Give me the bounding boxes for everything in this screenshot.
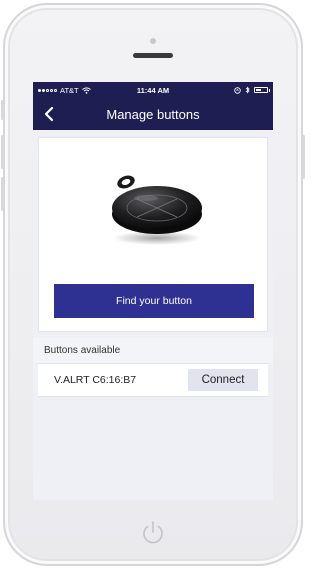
volume-down-button xyxy=(1,177,4,211)
carrier-name: AT&T xyxy=(60,85,79,95)
navigation-bar: Manage buttons xyxy=(33,98,273,130)
earpiece-speaker xyxy=(133,53,173,58)
page-title: Manage buttons xyxy=(106,106,200,122)
status-time: 11:44 AM xyxy=(136,85,170,95)
chevron-left-icon xyxy=(44,106,54,122)
signal-strength-icon xyxy=(38,88,57,92)
find-your-button-button[interactable]: Find your button xyxy=(54,284,254,318)
power-side-button xyxy=(302,135,305,179)
buttons-available-header: Buttons available xyxy=(33,338,273,363)
back-button[interactable] xyxy=(39,104,59,124)
status-bar: AT&T 11:44 AM xyxy=(33,82,273,98)
front-camera xyxy=(150,38,156,44)
app-screen: AT&T 11:44 AM Manage buttons Find your b… xyxy=(33,82,273,500)
device-name: V.ALRT C6:16:B7 xyxy=(54,374,137,386)
wifi-icon xyxy=(81,86,91,94)
product-card: Find your button xyxy=(38,137,268,332)
connect-button[interactable]: Connect xyxy=(188,369,258,391)
list-item: V.ALRT C6:16:B7 Connect xyxy=(38,363,268,397)
home-button[interactable] xyxy=(136,515,170,549)
power-icon xyxy=(143,521,163,544)
bluetooth-icon xyxy=(245,86,250,94)
volume-up-button xyxy=(1,135,4,169)
battery-icon xyxy=(254,87,271,93)
mute-switch xyxy=(1,100,4,120)
button-device-image xyxy=(112,175,202,245)
location-lock-icon xyxy=(234,86,241,94)
